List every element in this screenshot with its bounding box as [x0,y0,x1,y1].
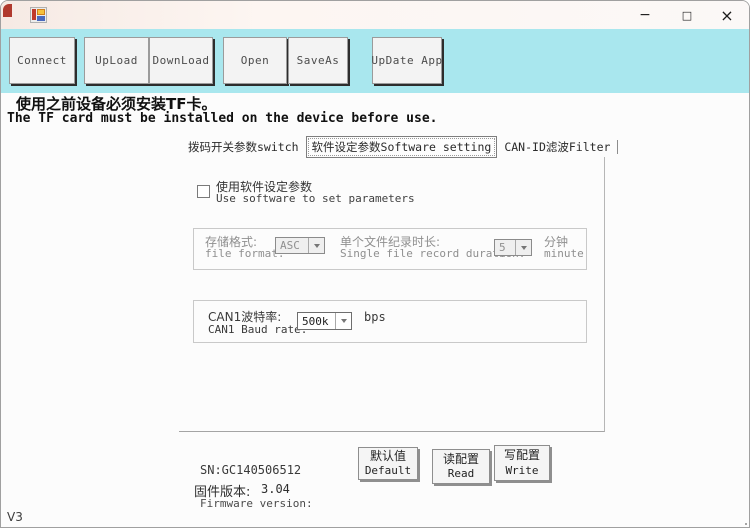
tab-strip: 拨码开关参数switch 软件设定参数Software setting CAN-… [183,136,618,158]
toolbar: Connect UpLoad DownLoad Open SaveAs UpDa… [1,29,749,93]
tab-canid-filter[interactable]: CAN-ID滤波Filter [499,137,615,157]
use-software-checkbox[interactable] [197,185,210,198]
connect-button[interactable]: Connect [9,37,75,84]
title-bar: − □ × [1,1,749,29]
close-icon[interactable]: × [707,1,747,29]
saveas-button[interactable]: SaveAs [288,37,348,84]
upload-button[interactable]: UpLoad [84,37,149,84]
serial-number: SN:GC140506512 [200,463,301,477]
tab-separator [617,140,618,154]
tab-software-setting[interactable]: 软件设定参数Software setting [306,136,498,158]
app-icon-blue-pane [37,16,45,21]
minimize-icon[interactable]: − [625,1,665,29]
write-button-label-en: Write [505,464,538,478]
can1-baud-value: 500k [302,315,329,328]
status-version-label: V3 [7,510,23,524]
can1-baud-group: CAN1波特率: CAN1 Baud rate: 500k bps [193,300,587,343]
file-format-label-en: file format: [205,247,284,260]
download-button[interactable]: DownLoad [149,37,213,84]
storage-settings-group: 存储格式: file format: ASC 单个文件纪录时长: Single … [193,228,587,270]
app-icon-yellow-pane [37,9,45,15]
app-window: − □ × Connect UpLoad DownLoad Open SaveA… [0,0,750,528]
tf-card-notice-en: The TF card must be installed on the dev… [7,111,437,126]
chevron-down-icon [308,238,324,253]
open-button[interactable]: Open [223,37,287,84]
firmware-label-en: Firmware version: [200,497,313,510]
default-button-label-zh: 默认值 [370,449,406,465]
read-button-label-en: Read [448,467,475,481]
resize-grip-icon[interactable] [741,519,743,521]
minute-unit-label-en: minute [544,247,584,260]
write-config-button[interactable]: 写配置 Write [494,445,550,481]
default-button[interactable]: 默认值 Default [358,447,418,480]
read-config-button[interactable]: 读配置 Read [432,449,490,484]
app-icon [30,7,47,23]
file-format-select[interactable]: ASC [275,237,325,254]
chevron-down-icon [335,313,351,329]
bps-unit-label: bps [364,310,386,324]
chevron-down-icon [515,240,531,255]
can1-baud-select[interactable]: 500k [297,312,352,330]
use-software-label-en: Use software to set parameters [216,192,415,205]
tab-switch-params[interactable]: 拨码开关参数switch [183,137,304,157]
wallpaper-corner-artifact [3,4,12,17]
app-icon-red-pane [32,9,36,20]
update-app-button[interactable]: UpDate App [372,37,442,84]
default-button-label-en: Default [365,464,411,478]
can1-baud-label-en: CAN1 Baud rate: [208,323,307,336]
write-button-label-zh: 写配置 [504,448,540,464]
record-duration-value: 5 [499,241,506,254]
file-format-value: ASC [280,239,300,252]
read-button-label-zh: 读配置 [443,452,479,468]
firmware-version-value: 3.04 [261,482,290,496]
maximize-icon[interactable]: □ [667,1,707,29]
record-duration-select[interactable]: 5 [494,239,532,256]
